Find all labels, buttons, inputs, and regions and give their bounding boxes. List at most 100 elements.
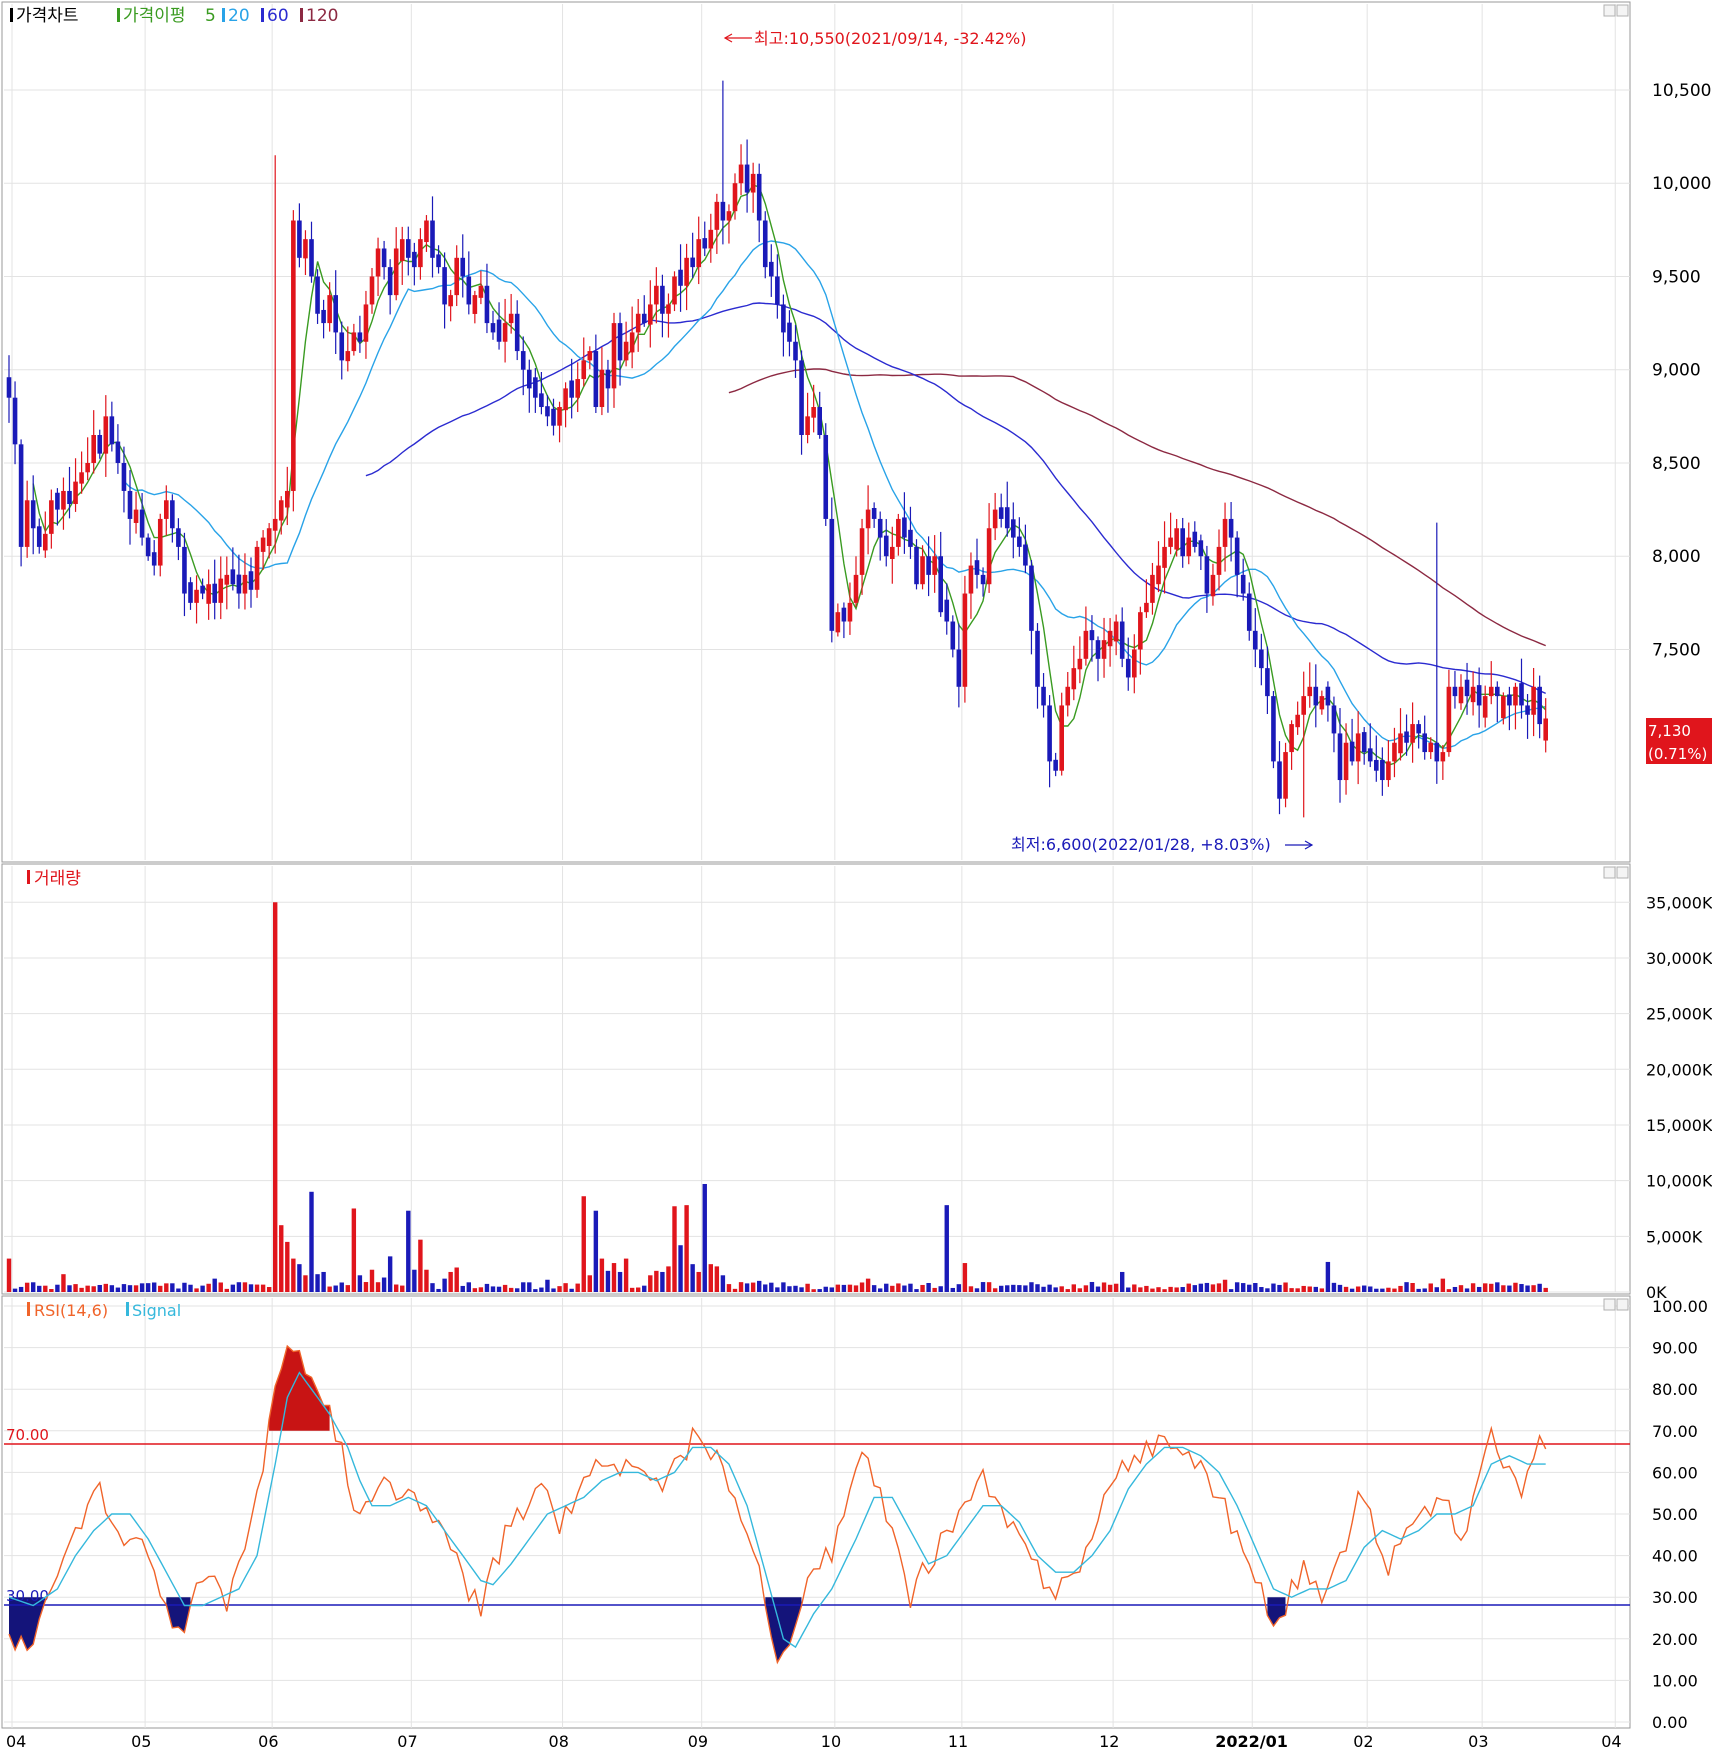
candle-up (418, 239, 423, 268)
volume-bar (109, 1285, 115, 1292)
rsi-tick-label: 10.00 (1652, 1671, 1698, 1690)
volume-bar (539, 1287, 544, 1292)
candle-up (1059, 705, 1064, 771)
candle-down (1023, 544, 1028, 566)
volume-bar (871, 1285, 877, 1292)
close-icon[interactable] (1616, 4, 1629, 17)
volume-bar (1132, 1284, 1137, 1292)
volume-bar (1416, 1288, 1421, 1292)
candle-up (164, 500, 169, 519)
volume-bar (1404, 1282, 1409, 1292)
candle-down (902, 517, 907, 538)
volume-bar (563, 1283, 568, 1292)
volume-bar (1307, 1286, 1312, 1292)
volume-bar (896, 1283, 901, 1292)
rsi-tick-label: 80.00 (1652, 1380, 1698, 1399)
candle-down (357, 332, 363, 342)
volume-bar (1059, 1286, 1064, 1292)
volume-bar (1483, 1283, 1488, 1292)
candle-down (115, 441, 121, 463)
chart-canvas: 10,500 10,000 9,500 9,000 8,500 8,000 7,500 35… (1, 1, 1712, 1751)
volume-bar (944, 1205, 949, 1292)
candle-down (1192, 531, 1198, 547)
candle-up (502, 323, 508, 342)
volume-bar (1259, 1287, 1264, 1292)
volume-bar (1041, 1286, 1046, 1292)
volume-bar (672, 1206, 677, 1292)
ma-60-marker (261, 8, 264, 22)
volume-bar (248, 1284, 254, 1292)
volume-bar (660, 1271, 665, 1292)
ma-legend-20: 20 (228, 6, 250, 26)
volume-bar (1023, 1285, 1028, 1292)
volume-bar (1434, 1287, 1439, 1292)
volume-bar (744, 1283, 750, 1292)
candle-up (623, 341, 629, 361)
close-icon[interactable] (1616, 1298, 1629, 1311)
candle-down (1119, 621, 1125, 659)
candle-down (551, 408, 556, 426)
candle-up (587, 351, 593, 361)
candle-up (375, 248, 381, 277)
volume-bar (1186, 1283, 1191, 1292)
volume-bar (557, 1286, 562, 1292)
volume-bar (1489, 1283, 1494, 1292)
month-label: 02 (1353, 1732, 1373, 1751)
volume-bar (696, 1271, 701, 1292)
volume-bar (642, 1285, 647, 1292)
candle-down (950, 621, 956, 650)
candle-down (1240, 574, 1246, 594)
volume-bar (1228, 1289, 1234, 1292)
candle-up (581, 360, 587, 380)
volume-bar (400, 1285, 405, 1292)
volume-bar (799, 1287, 804, 1292)
volume-bar (1107, 1284, 1113, 1292)
candle-down (1029, 565, 1034, 631)
volume-bar (412, 1269, 417, 1292)
volume-bar (986, 1282, 992, 1292)
month-label: 04 (6, 1732, 26, 1751)
volume-bar (478, 1287, 484, 1292)
candle-up (684, 257, 689, 286)
volume-bar (1325, 1261, 1331, 1292)
volume-bar (1083, 1285, 1089, 1292)
candle-down (1374, 759, 1379, 771)
volume-bar (1440, 1278, 1446, 1292)
volume-bar (1428, 1283, 1433, 1292)
volume-bar (242, 1282, 248, 1292)
volume-bar (1011, 1284, 1016, 1292)
candle-up (696, 239, 701, 268)
volume-bar (1241, 1283, 1246, 1292)
candle-up (1144, 602, 1149, 613)
volume-bar (297, 1264, 302, 1292)
minimize-icon[interactable] (1603, 1298, 1616, 1311)
volume-tick-label: 10,000K (1646, 1172, 1712, 1191)
candle-up (448, 295, 453, 307)
candle-up (563, 388, 568, 411)
volume-bar (629, 1287, 635, 1292)
candle-up (968, 565, 974, 594)
volume-bar (587, 1275, 592, 1292)
volume-bar (387, 1256, 393, 1292)
volume-bar (345, 1285, 350, 1292)
price-tick-label: 8,500 (1652, 454, 1701, 474)
price-axis: 10,500 10,000 9,500 9,000 8,500 8,000 7,500 (1652, 81, 1711, 661)
volume-bar (617, 1271, 623, 1292)
volume-bar (1525, 1285, 1530, 1292)
minimize-icon[interactable] (1603, 4, 1616, 17)
close-icon[interactable] (1616, 866, 1629, 879)
candle-down (1380, 759, 1385, 781)
candle-down (67, 490, 72, 505)
minimize-icon[interactable] (1603, 866, 1616, 879)
candle-down (1125, 658, 1131, 678)
volume-bar (182, 1282, 187, 1292)
candle-down (6, 377, 12, 398)
candle-up (278, 500, 284, 521)
candle-up (194, 589, 199, 603)
volume-bar (781, 1282, 786, 1292)
volume-bar (24, 1282, 30, 1292)
candle-up (1083, 630, 1089, 659)
volume-bar (732, 1288, 738, 1292)
candle-down (744, 164, 750, 193)
low-annotation: 최저:6,600(2022/01/28, +8.03%) (1011, 835, 1314, 854)
